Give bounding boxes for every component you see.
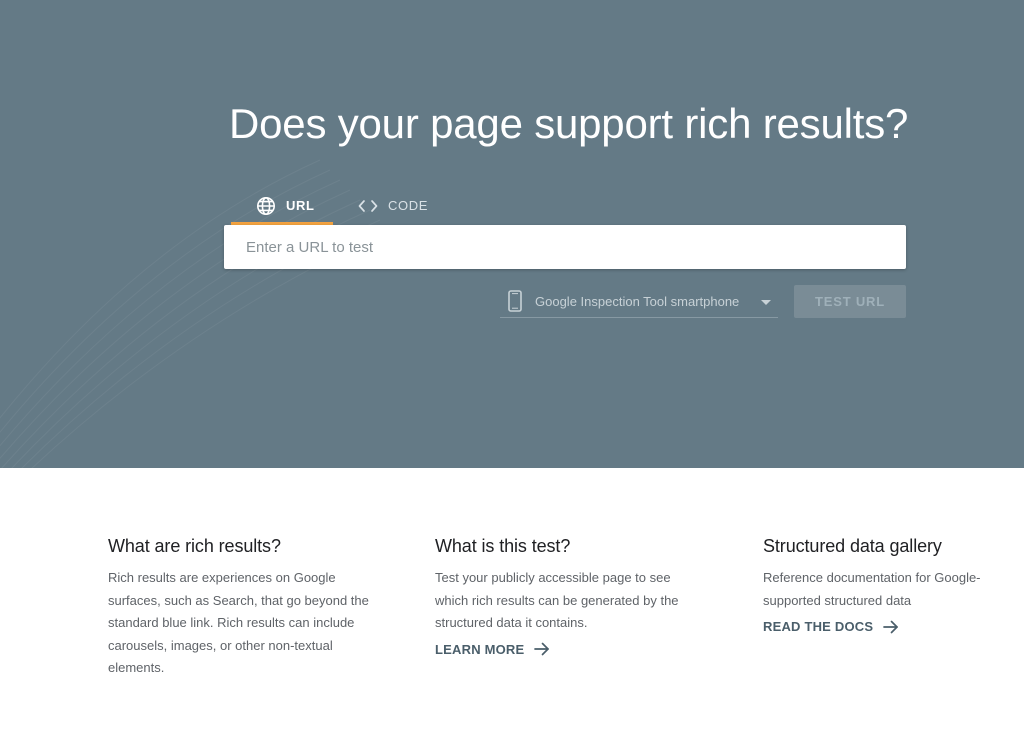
tab-url[interactable]: URL xyxy=(231,186,333,225)
code-brackets-icon xyxy=(357,195,379,217)
read-the-docs-link[interactable]: READ THE DOCS xyxy=(763,619,899,634)
device-select[interactable]: Google Inspection Tool smartphone xyxy=(500,285,778,318)
arrow-right-icon xyxy=(534,642,550,656)
learn-more-link[interactable]: LEARN MORE xyxy=(435,642,550,657)
input-mode-tabs: URL CODE xyxy=(231,186,451,226)
smartphone-icon xyxy=(508,290,522,312)
card-title: What is this test? xyxy=(435,536,571,556)
info-card-rich-results: What are rich results? Rich results are … xyxy=(108,536,388,680)
tab-url-label: URL xyxy=(286,198,315,213)
card-body: Reference documentation for Google-suppo… xyxy=(763,570,981,608)
learn-more-label: LEARN MORE xyxy=(435,641,525,657)
page-headline: Does your page support rich results? xyxy=(229,100,909,147)
tab-code[interactable]: CODE xyxy=(357,186,437,225)
card-title: Structured data gallery xyxy=(763,536,942,556)
hero-section: Does your page support rich results? URL xyxy=(0,0,1024,468)
globe-icon xyxy=(255,195,277,217)
test-url-button[interactable]: TEST URL xyxy=(794,285,906,318)
tab-code-label: CODE xyxy=(388,198,428,213)
card-body: Test your publicly accessible page to se… xyxy=(435,570,679,630)
chevron-down-icon xyxy=(761,300,771,305)
info-card-gallery: Structured data gallery Reference docume… xyxy=(763,536,988,636)
device-select-value: Google Inspection Tool smartphone xyxy=(535,293,740,309)
read-the-docs-label: READ THE DOCS xyxy=(763,619,874,634)
info-card-test: What is this test? Test your publicly ac… xyxy=(435,536,690,659)
card-title: What are rich results? xyxy=(108,536,281,556)
arrow-right-icon xyxy=(883,620,899,634)
url-input[interactable] xyxy=(224,225,906,269)
card-body: Rich results are experiences on Google s… xyxy=(108,570,369,675)
